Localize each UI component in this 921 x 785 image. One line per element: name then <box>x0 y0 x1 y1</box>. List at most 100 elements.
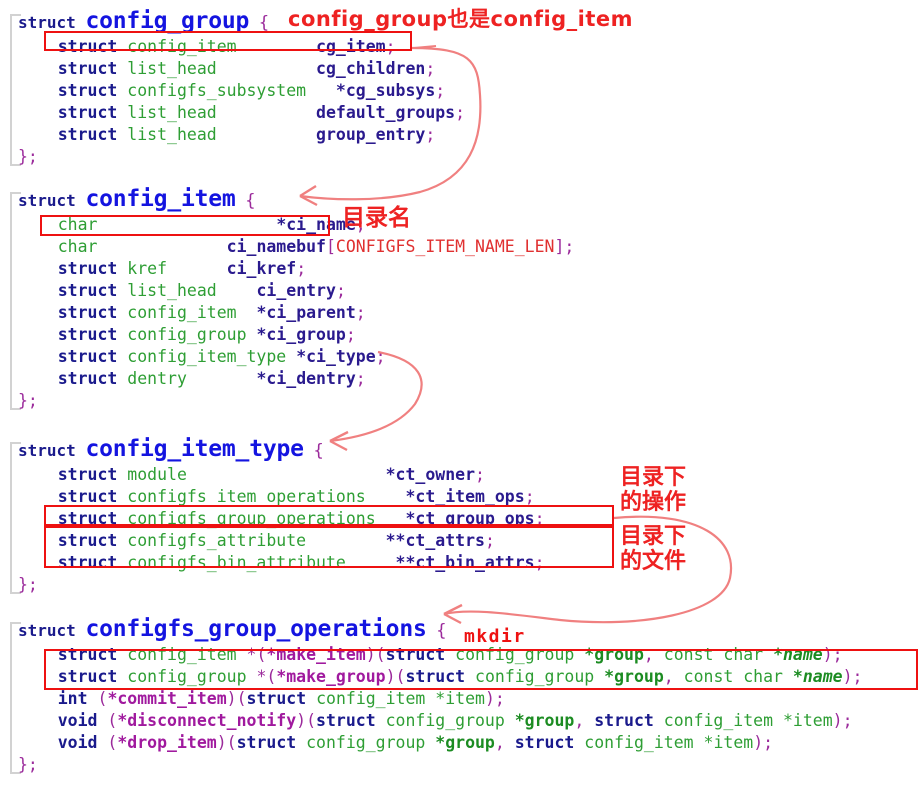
token: *ci_dentry <box>256 369 356 388</box>
token: config_item_type <box>127 347 287 366</box>
token: *disconnect_notify <box>117 711 297 730</box>
open-brace: { <box>313 441 324 461</box>
annotation-directory-name: 目录名 <box>342 205 411 231</box>
keyword-struct: struct <box>18 13 76 32</box>
code-line: int (*commit_item)(struct config_item *i… <box>18 688 505 710</box>
struct-closer: }; <box>18 391 38 410</box>
token: *group <box>604 667 664 686</box>
token: ; <box>842 711 853 730</box>
token: struct <box>57 325 128 344</box>
token: ; <box>425 125 436 144</box>
token: ) <box>484 689 495 708</box>
token: )( <box>226 689 247 708</box>
token: ; <box>296 259 307 278</box>
code-line: struct list_head default_groups; <box>18 102 465 124</box>
token: , <box>643 645 664 664</box>
token: configfs_item_operations <box>127 487 366 506</box>
token: *group <box>584 645 644 664</box>
token: **ct_bin_attrs <box>395 553 535 572</box>
token: config_item <box>127 37 237 56</box>
code-line: struct config_item *ci_parent; <box>18 302 366 324</box>
token: ; <box>763 733 774 752</box>
token: struct <box>57 81 128 100</box>
token: struct <box>57 103 128 122</box>
token: ) <box>822 645 833 664</box>
struct-header-configfs_group_operations: struct configfs_group_operations { <box>18 616 447 642</box>
token: ; <box>832 645 843 664</box>
token: ; <box>455 103 466 122</box>
token: configfs_subsystem <box>127 81 307 100</box>
token: ; <box>375 347 386 366</box>
token: *make_item <box>266 645 366 664</box>
code-line: struct configfs_subsystem *cg_subsys; <box>18 80 445 102</box>
token: const char <box>683 667 793 686</box>
code-line: struct kref ci_kref; <box>18 258 306 280</box>
token: **ct_attrs <box>385 531 485 550</box>
token: , <box>574 711 595 730</box>
keyword-struct: struct <box>18 191 76 210</box>
token: ) <box>832 711 843 730</box>
token: struct <box>57 667 128 686</box>
code-line: char *ci_name; <box>18 214 366 236</box>
struct-name-config_item: config_item <box>85 186 236 212</box>
token: ; <box>484 531 495 550</box>
token: ci_namebuf <box>226 237 326 256</box>
token: kref <box>127 259 168 278</box>
token: void <box>57 733 108 752</box>
annotation-mkdir: mkdir <box>464 626 526 647</box>
token: *drop_item <box>117 733 217 752</box>
token: cg_item <box>316 37 386 56</box>
token: config_item <box>584 733 704 752</box>
token: config_group <box>127 667 257 686</box>
token: struct <box>57 37 128 56</box>
token: ; <box>534 509 545 528</box>
token: ; <box>494 689 505 708</box>
code-line: struct configfs_attribute **ct_attrs; <box>18 530 495 552</box>
annotation-config-group-is-config-item: config_group也是config_item <box>288 7 634 31</box>
code-line: void (*drop_item)(struct config_group *g… <box>18 732 773 754</box>
token: *group <box>514 711 575 730</box>
code-line: struct list_head group_entry; <box>18 124 436 146</box>
token: ; <box>355 303 366 322</box>
token: *item <box>703 733 754 752</box>
code-line: void (*disconnect_notify)(struct config_… <box>18 710 853 732</box>
token: char <box>57 237 98 256</box>
struct-closer: }; <box>18 575 38 594</box>
token: config_group <box>475 667 605 686</box>
token: struct <box>57 347 128 366</box>
code-line: struct config_item cg_item; <box>18 36 396 58</box>
token: *( <box>256 667 277 686</box>
code-line: struct module *ct_owner; <box>18 464 485 486</box>
token: ( <box>107 711 118 730</box>
token: *ct_owner <box>385 465 475 484</box>
token: ) <box>753 733 764 752</box>
token: struct <box>57 125 128 144</box>
token: config_item <box>663 711 783 730</box>
code-line: struct list_head cg_children; <box>18 58 436 80</box>
token: struct <box>57 553 128 572</box>
token: dentry <box>127 369 187 388</box>
token: *make_group <box>276 667 386 686</box>
token: struct <box>57 59 128 78</box>
token: CONFIGFS_ITEM_NAME_LEN <box>335 237 555 256</box>
code-line: char ci_namebuf[CONFIGFS_ITEM_NAME_LEN]; <box>18 236 575 258</box>
token: )( <box>216 733 237 752</box>
token: struct <box>316 711 386 730</box>
token: ) <box>842 667 853 686</box>
token: ; <box>345 325 356 344</box>
keyword-struct: struct <box>18 441 76 460</box>
token: module <box>127 465 187 484</box>
struct-name-config_item_type: config_item_type <box>85 436 304 462</box>
